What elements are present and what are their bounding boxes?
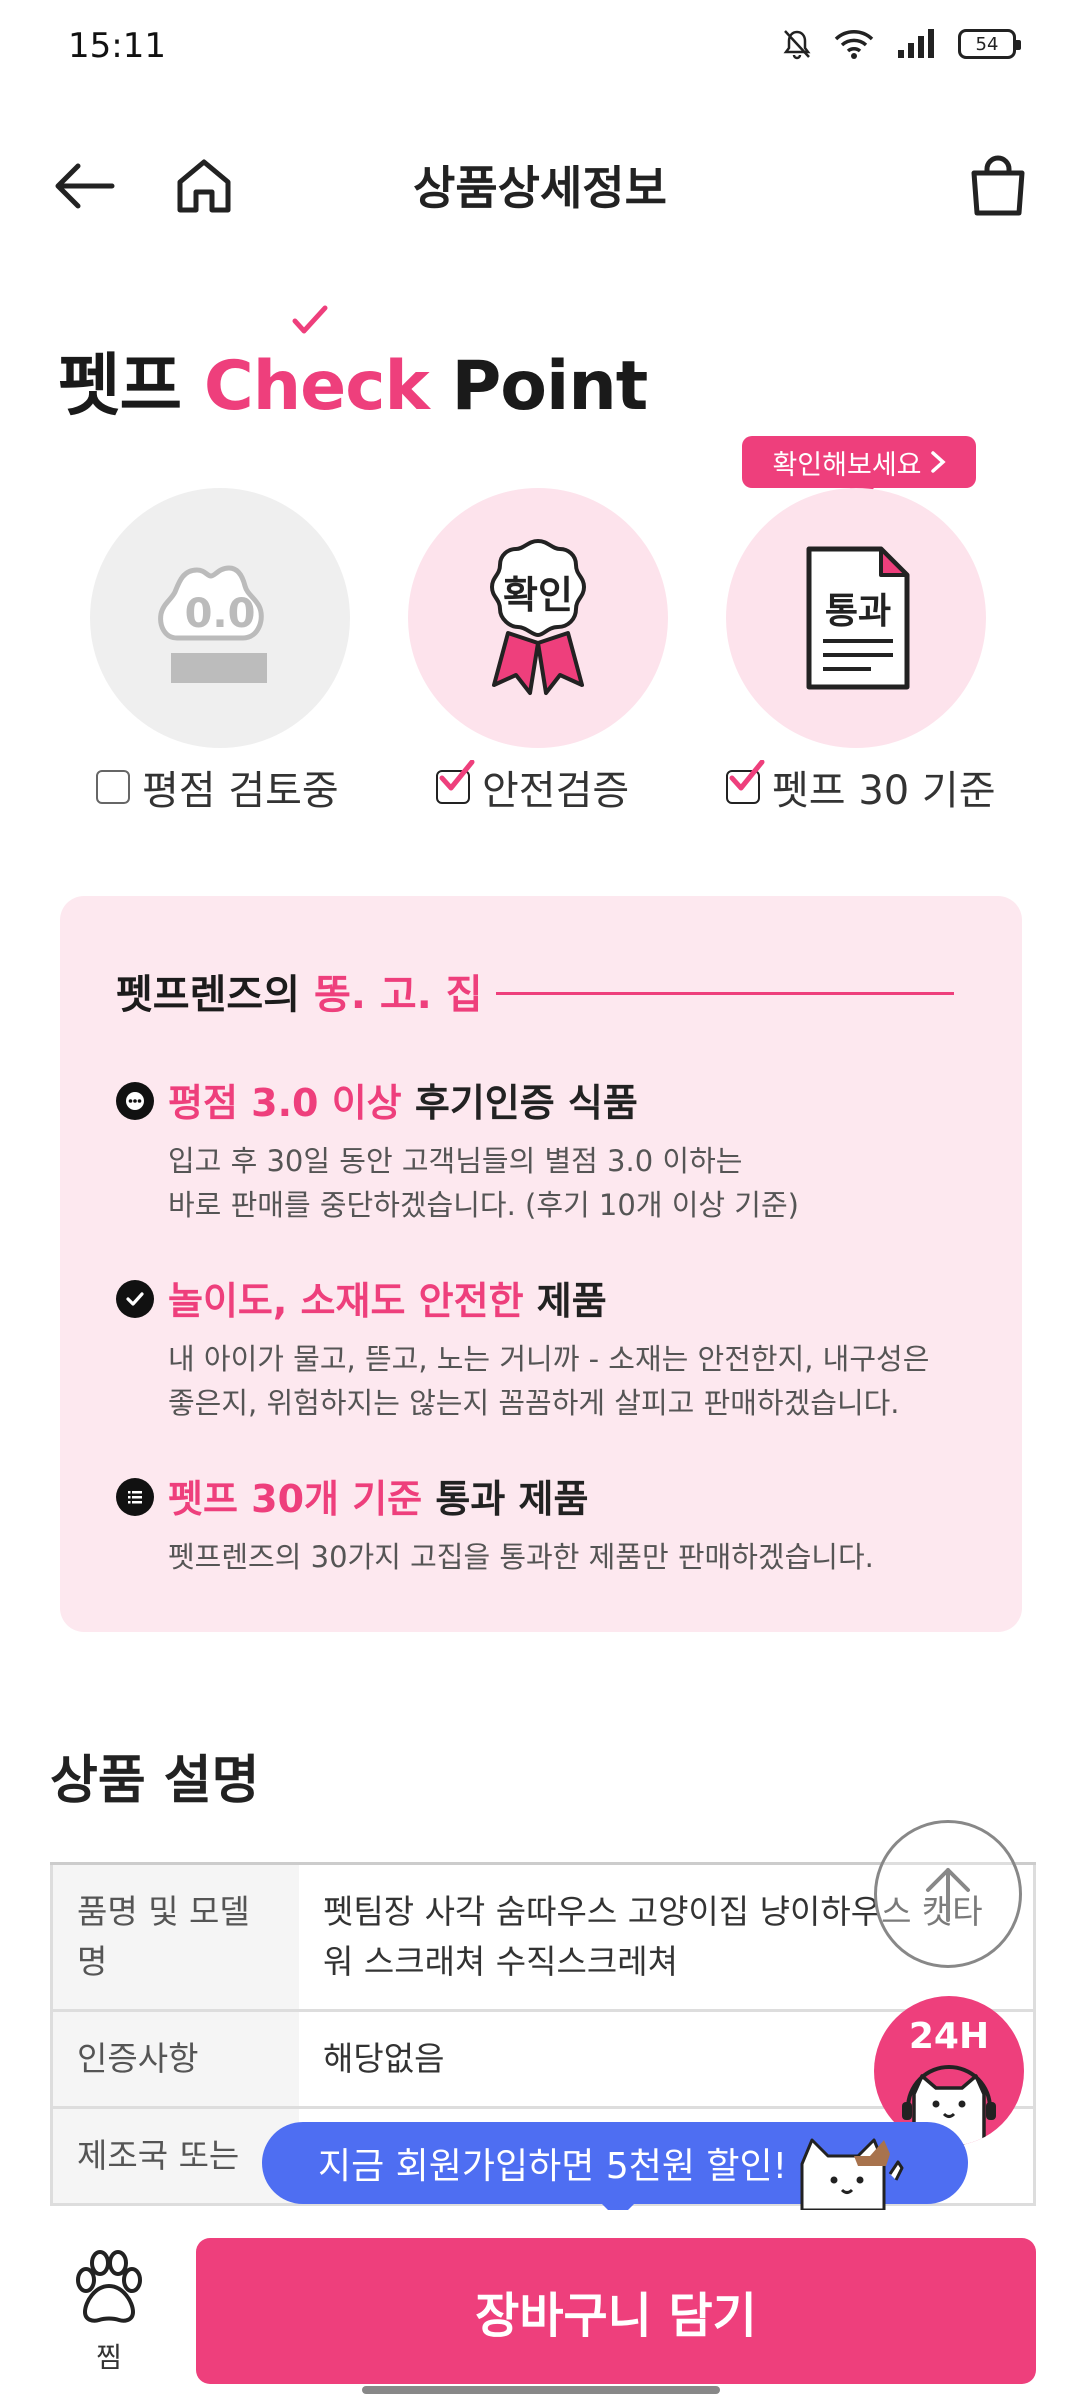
rating-checkbox[interactable] <box>96 770 130 804</box>
promise-item-desc: 펫프렌즈의 30가지 고집을 통과한 제품만 판매하겠습니다. <box>168 1535 996 1579</box>
check-icon <box>729 760 765 791</box>
promise-item-highlight: 놀이도, 소재도 안전한 <box>168 1279 524 1323</box>
rating-badge-label: 평점 검토중 <box>96 758 339 816</box>
promise-item-criteria: 펫프 30개 기준 통과 제품 펫프렌즈의 30가지 고집을 통과한 제품만 판… <box>116 1468 996 1579</box>
document-pass-icon: 통과 <box>806 546 910 690</box>
checkmark-accent-icon <box>292 305 328 334</box>
scroll-top-button[interactable] <box>874 1820 1022 1968</box>
promise-item-desc: 입고 후 30일 동안 고객님들의 별점 3.0 이하는 바로 판매를 중단하겠… <box>168 1139 996 1227</box>
rosette-icon: 확인 <box>490 539 586 695</box>
promise-item-title: 평점 3.0 이상 후기인증 식품 <box>168 1072 996 1127</box>
promise-item-desc-line: 바로 판매를 중단하겠습니다. (후기 10개 이상 기준) <box>168 1188 799 1222</box>
criteria-badge-text: 통과 <box>825 591 891 632</box>
criteria-badge-label: 펫프 30 기준 <box>726 758 996 816</box>
home-indicator <box>362 2386 720 2394</box>
page-title: 상품상세정보 <box>413 161 667 215</box>
panel-divider <box>496 992 954 995</box>
safety-label-text: 안전검증 <box>482 768 630 814</box>
panel-heading-highlight: 똥. 고. 집 <box>313 972 483 1018</box>
battery-icon: 54 <box>958 29 1021 59</box>
criteria-label-text: 펫프 30 기준 <box>772 768 996 814</box>
promo-text: 지금 회원가입하면 5천원 할인! <box>318 2146 788 2187</box>
cart-button[interactable] <box>958 146 1038 226</box>
rating-badge: 0.0 <box>90 488 350 748</box>
panel-heading-prefix: 펫프렌즈의 <box>116 972 300 1018</box>
rating-label-text: 평점 검토중 <box>142 768 339 814</box>
criteria-checkbox[interactable] <box>726 760 765 804</box>
promise-item-desc-line: 내 아이가 물고, 뜯고, 노는 거니까 - 소재는 안전한지, 내구성은 <box>168 1342 930 1376</box>
check-icon <box>439 760 475 791</box>
promise-item-rating: 평점 3.0 이상 후기인증 식품 입고 후 30일 동안 고객님들의 별점 3… <box>116 1072 996 1227</box>
header: 상품상세정보 <box>0 120 1080 240</box>
promise-item-rest: 통과 제품 <box>435 1477 589 1521</box>
mute-bell-icon <box>783 30 811 60</box>
arrow-up-icon <box>926 1868 970 1922</box>
checkpoint-title: 펫프 Check Point <box>58 305 648 429</box>
shopping-bag-icon <box>971 155 1025 216</box>
product-section-title: 상품 설명 <box>50 1751 260 1811</box>
spec-key: 인증사항 <box>53 2012 299 2106</box>
checkpoint-title-brand-text: Check <box>203 347 430 426</box>
promise-item-highlight: 평점 3.0 이상 <box>168 1081 402 1125</box>
promise-item-rest: 제품 <box>536 1279 607 1323</box>
bottom-action-bar: 찜 장바구니 담기 <box>0 2210 1080 2400</box>
signal-icon <box>898 29 934 58</box>
promise-item-desc-line: 좋은지, 위험하지는 않는지 꼼꼼하게 살피고 판매하겠습니다. <box>168 1386 900 1420</box>
rating-badge-value: 0.0 <box>185 591 256 637</box>
chevron-right-icon <box>930 451 946 473</box>
wifi-icon <box>834 30 874 59</box>
check-tooltip[interactable]: 확인해보세요 <box>742 436 976 500</box>
status-time: 15:11 <box>68 26 166 66</box>
spec-key: 품명 및 모델명 <box>53 1865 299 2009</box>
safety-badge-label: 안전검증 <box>436 758 629 816</box>
promise-item-safety: 놀이도, 소재도 안전한 제품 내 아이가 물고, 뜯고, 노는 거니까 - 소… <box>116 1270 996 1425</box>
promise-item-highlight: 펫프 30개 기준 <box>168 1477 423 1521</box>
paw-rating-icon: 0.0 <box>158 565 267 683</box>
list-icon <box>116 1478 154 1516</box>
checkpoint-title-suffix: Point <box>451 347 648 426</box>
cat-mascot-icon <box>800 2138 904 2210</box>
paw-icon <box>76 2250 142 2323</box>
safety-checkbox[interactable] <box>436 760 475 804</box>
check-tooltip-label: 확인해보세요 <box>772 449 922 481</box>
panel-heading: 펫프렌즈의 똥. 고. 집 <box>116 962 483 1020</box>
criteria-badge: 통과 <box>726 488 986 748</box>
promise-item-desc-line: 입고 후 30일 동안 고객님들의 별점 3.0 이하는 <box>168 1144 743 1178</box>
add-to-cart-button[interactable]: 장바구니 담기 <box>196 2238 1036 2384</box>
promise-item-rest: 후기인증 식품 <box>414 1081 638 1125</box>
safety-badge: 확인 <box>408 488 668 748</box>
wish-button[interactable]: 찜 <box>64 2250 154 2376</box>
chat-bubble-icon <box>116 1082 154 1120</box>
promise-item-title: 펫프 30개 기준 통과 제품 <box>168 1468 996 1523</box>
safety-badge-text: 확인 <box>503 573 573 617</box>
promise-item-title: 놀이도, 소재도 안전한 제품 <box>168 1270 996 1325</box>
status-icons: 54 <box>782 28 1021 60</box>
checkpoint-title-brand: Check <box>203 305 452 426</box>
check-circle-icon <box>116 1280 154 1318</box>
promise-item-desc-line: 펫프렌즈의 30가지 고집을 통과한 제품만 판매하겠습니다. <box>168 1540 874 1574</box>
status-bar: 15:11 54 <box>0 0 1080 96</box>
checkpoint-title-prefix: 펫프 <box>58 347 182 426</box>
promise-panel: 펫프렌즈의 똥. 고. 집 평점 3.0 이상 후기인증 식품 입고 후 30일… <box>60 896 1022 1632</box>
wish-label: 찜 <box>96 2341 122 2374</box>
promise-item-desc: 내 아이가 물고, 뜯고, 노는 거니까 - 소재는 안전한지, 내구성은 좋은… <box>168 1337 996 1425</box>
